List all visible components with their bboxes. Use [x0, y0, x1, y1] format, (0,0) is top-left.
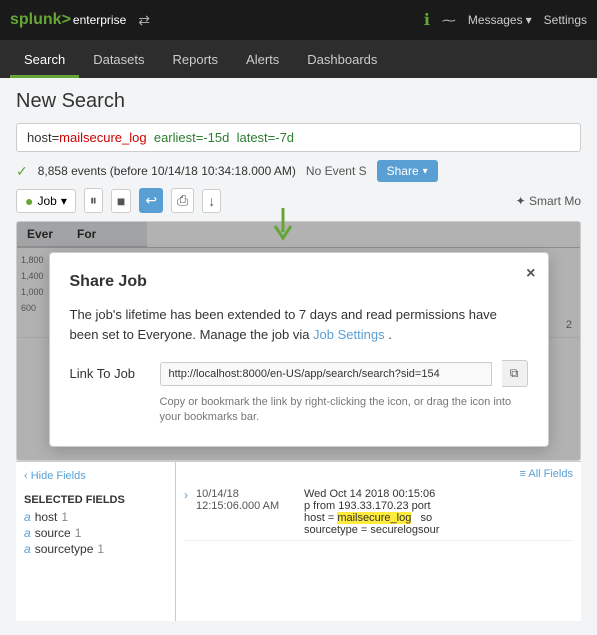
selected-fields-title: SELECTED FIELDS: [24, 494, 167, 506]
page-title: New Search: [16, 90, 581, 113]
toolbar: ● Job ▾ ⏸ ■ ↩ ⎙ ↓ ✦ Smart Mo: [16, 188, 581, 213]
events-count: 8,858 events (before 10/14/18 10:34:18.0…: [38, 164, 296, 178]
hide-fields-button[interactable]: ‹ Hide Fields: [24, 470, 86, 482]
share-active-button[interactable]: ↩: [139, 188, 163, 213]
all-fields-bar: ≡ All Fields: [184, 468, 573, 480]
right-panel: ≡ All Fields › 10/14/18 12:15:06.000 AM …: [176, 462, 581, 621]
activity-icon[interactable]: ⁓: [442, 12, 456, 29]
check-icon: ✓: [16, 163, 28, 180]
field-sourcetype: a sourcetype 1: [24, 542, 167, 556]
pause-button[interactable]: ⏸: [84, 188, 103, 213]
share-job-modal: Share Job × The job's lifetime has been …: [49, 252, 549, 447]
logo-splunk[interactable]: splunk>: [10, 11, 71, 29]
stop-button[interactable]: ■: [111, 189, 131, 213]
modal-body: The job's lifetime has been extended to …: [70, 305, 528, 344]
link-copy-button[interactable]: ⧉: [502, 360, 528, 387]
event-text-line2: p from 193.33.170.23 port: [304, 500, 439, 512]
arrow-indicator: [271, 208, 295, 250]
event-date: 10/14/18: [196, 488, 296, 500]
top-navbar: splunk> enterprise ⇄ ℹ ⁓ Messages ▾ Sett…: [0, 0, 597, 40]
event-row: › 10/14/18 12:15:06.000 AM Wed Oct 14 20…: [184, 484, 573, 541]
event-content: Wed Oct 14 2018 00:15:06 p from 193.33.1…: [304, 488, 439, 536]
link-to-job-row: Link To Job ⧉: [70, 360, 528, 387]
search-query-key: host=: [27, 130, 59, 145]
download-button[interactable]: ↓: [202, 189, 221, 213]
event-text-line3: host = mailsecure_log so: [304, 512, 439, 524]
event-area: Ever For 1,800 1,400 1,000 600: [16, 221, 581, 461]
app-container: splunk> enterprise ⇄ ℹ ⁓ Messages ▾ Sett…: [0, 0, 597, 635]
fields-controls: ‹ Hide Fields: [24, 470, 167, 488]
event-text-line4: sourcetype = securelogsour: [304, 524, 439, 536]
sourcetype-text: securelogsour: [370, 524, 439, 536]
tab-datasets[interactable]: Datasets: [79, 44, 158, 78]
search-input-bar[interactable]: host=mailsecure_log earliest=-15d latest…: [16, 123, 581, 152]
tab-alerts[interactable]: Alerts: [232, 44, 293, 78]
link-to-job-input[interactable]: [160, 362, 492, 386]
job-settings-link[interactable]: Job Settings: [313, 327, 385, 342]
status-bar: ✓ 8,858 events (before 10/14/18 10:34:18…: [16, 160, 581, 182]
bottom-section: ‹ Hide Fields SELECTED FIELDS a host 1 a…: [16, 461, 581, 621]
tab-bar: Search Datasets Reports Alerts Dashboard…: [0, 40, 597, 78]
host-highlight: mailsecure_log: [337, 512, 411, 524]
modal-overlay: Share Job × The job's lifetime has been …: [17, 222, 580, 460]
event-time: 12:15:06.000 AM: [196, 500, 296, 512]
tab-reports[interactable]: Reports: [159, 44, 233, 78]
logo: splunk> enterprise: [10, 11, 126, 29]
smart-mode: ✦ Smart Mo: [516, 194, 581, 208]
messages-button[interactable]: Messages ▾: [468, 13, 532, 27]
share-button[interactable]: Share ▾: [377, 160, 438, 182]
info-icon[interactable]: ℹ: [424, 10, 430, 30]
field-host: a host 1: [24, 510, 167, 524]
main-content: New Search host=mailsecure_log earliest=…: [0, 78, 597, 633]
event-text-line1: Wed Oct 14 2018 00:15:06: [304, 488, 439, 500]
field-source: a source 1: [24, 526, 167, 540]
no-event-status: No Event S: [306, 164, 367, 178]
print-button[interactable]: ⎙: [171, 188, 194, 213]
all-fields-button[interactable]: ≡ All Fields: [520, 468, 574, 480]
search-query-val: mailsecure_log: [59, 130, 146, 145]
tab-dashboards[interactable]: Dashboards: [293, 44, 391, 78]
event-expand-icon[interactable]: ›: [184, 488, 188, 536]
modal-title: Share Job: [70, 273, 528, 291]
search-query-time: earliest=-15d latest=-7d: [154, 130, 294, 145]
link-to-job-label: Link To Job: [70, 366, 150, 381]
tab-search[interactable]: Search: [10, 44, 79, 78]
logo-enterprise: enterprise: [73, 13, 126, 27]
event-timestamp: 10/14/18 12:15:06.000 AM: [196, 488, 296, 536]
nav-icon[interactable]: ⇄: [138, 12, 150, 29]
job-button[interactable]: ● Job ▾: [16, 189, 76, 213]
link-hint: Copy or bookmark the link by right-click…: [160, 395, 528, 426]
left-panel: ‹ Hide Fields SELECTED FIELDS a host 1 a…: [16, 462, 176, 621]
modal-close-button[interactable]: ×: [526, 265, 535, 283]
job-dot: ●: [25, 193, 33, 209]
settings-button[interactable]: Settings: [544, 13, 587, 27]
